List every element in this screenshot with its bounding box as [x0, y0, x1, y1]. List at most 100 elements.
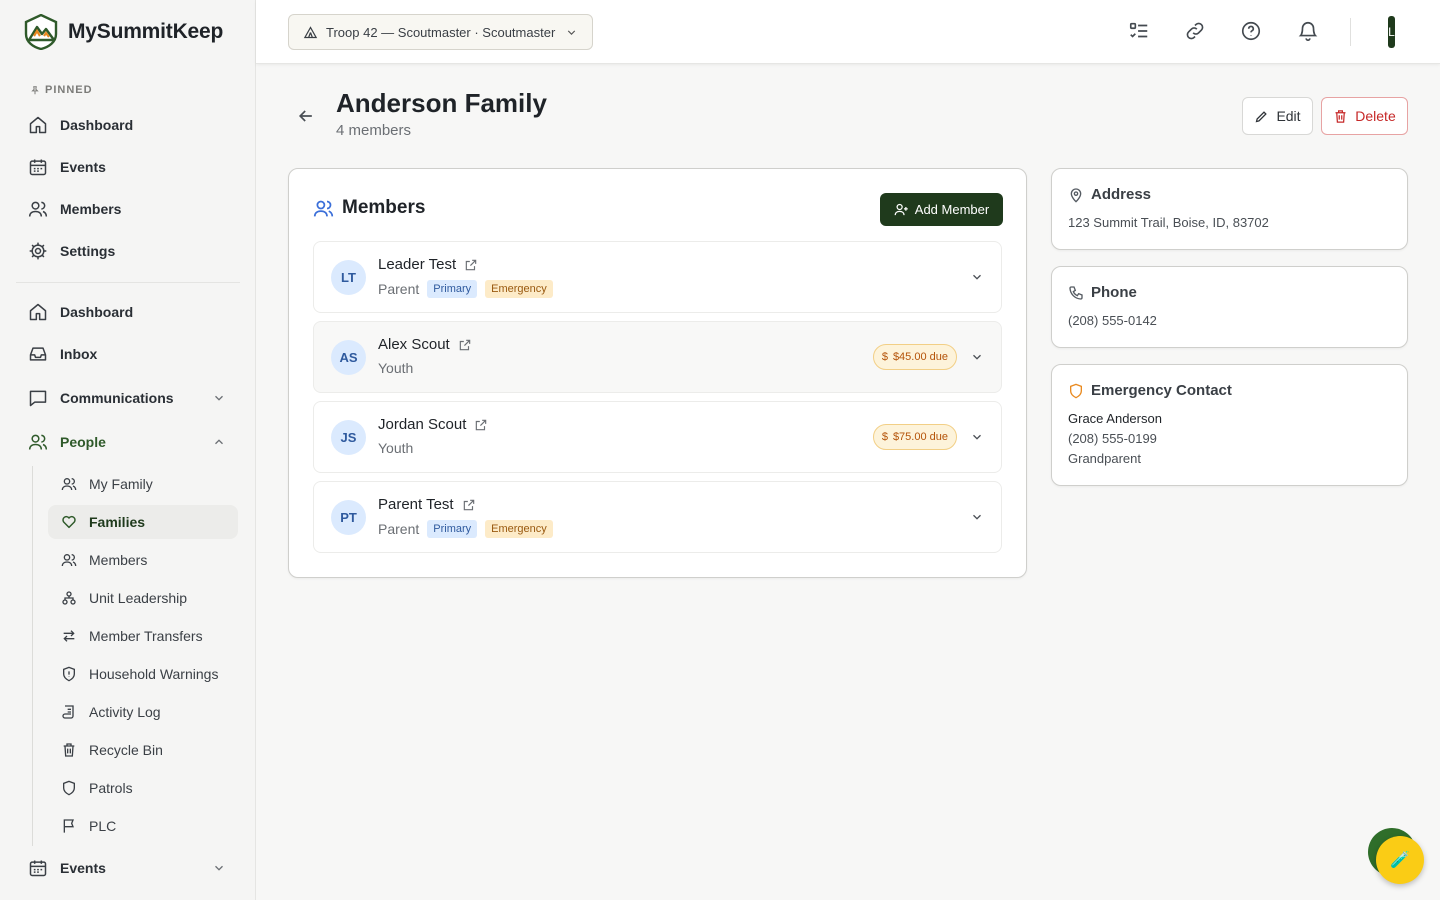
calendar-icon [29, 860, 47, 877]
users-icon [313, 200, 334, 216]
map-pin-icon [1070, 187, 1082, 203]
edit-button[interactable]: Edit [1242, 97, 1313, 135]
users-icon [61, 478, 77, 491]
member-role: Youth [378, 440, 414, 456]
external-link-icon[interactable] [464, 258, 478, 272]
back-arrow-icon[interactable] [296, 106, 316, 126]
member-name-text: Alex Scout [378, 336, 450, 353]
member-role: Youth [378, 360, 414, 376]
users-icon [28, 201, 48, 217]
member-row[interactable]: AS Alex Scout Youth $ $45.00 due [313, 321, 1002, 393]
phone-icon [1069, 285, 1083, 300]
member-avatar: JS [331, 420, 366, 455]
test-tube-button[interactable]: 🧪 [1376, 836, 1424, 884]
add-member-label: Add Member [914, 202, 990, 217]
sub-item-recycle-bin[interactable]: Recycle Bin [48, 733, 238, 767]
nav-label: Events [60, 159, 106, 175]
nav-item-people[interactable]: People [16, 424, 240, 460]
primary-badge: Primary [427, 520, 478, 538]
external-link-icon[interactable] [462, 498, 476, 512]
address-title-text: Address [1091, 186, 1152, 203]
help-circle-icon[interactable] [1240, 20, 1262, 42]
sub-item-household-warnings[interactable]: Household Warnings [48, 657, 238, 691]
phone-value[interactable]: (208) 555-0142 [1068, 313, 1157, 328]
chevron-down-icon[interactable] [970, 270, 984, 284]
heart-icon [62, 515, 76, 529]
member-name-text: Leader Test [378, 256, 457, 273]
user-avatar[interactable]: L [1388, 16, 1395, 48]
member-name[interactable]: Jordan Scout [378, 416, 488, 433]
member-name[interactable]: Leader Test [378, 256, 478, 273]
pinned-item-events[interactable]: Events [16, 149, 240, 185]
phone-title: Phone [1068, 284, 1137, 301]
sub-item-my-family[interactable]: My Family [48, 467, 238, 501]
emergency-contact-name: Grace Anderson [1068, 411, 1162, 426]
sub-item-families[interactable]: Families [48, 505, 238, 539]
nav-label: Communications [60, 390, 174, 406]
tent-icon [303, 25, 318, 38]
pinned-item-settings[interactable]: Settings [16, 233, 240, 269]
member-name-text: Parent Test [378, 496, 454, 513]
delete-button[interactable]: Delete [1321, 97, 1408, 135]
dollar-icon: $ [881, 431, 888, 443]
chevron-down-icon[interactable] [970, 430, 984, 444]
member-avatar: AS [331, 340, 366, 375]
nav-label: Dashboard [60, 304, 134, 320]
test-tube-icon: 🧪 [1390, 852, 1410, 869]
sub-label: Unit Leadership [89, 590, 188, 606]
nav-item-communications[interactable]: Communications [16, 380, 240, 416]
link-icon[interactable] [1184, 20, 1206, 42]
org-chart-icon [62, 591, 76, 605]
users-icon [61, 554, 77, 567]
nav-item-events[interactable]: Events [16, 850, 240, 886]
dues-badge[interactable]: $ $75.00 due [872, 424, 957, 450]
dollar-icon: $ [881, 351, 888, 363]
member-row[interactable]: LT Leader Test Parent Primary Emergency [313, 241, 1002, 313]
member-name[interactable]: Parent Test [378, 496, 476, 513]
member-meta: Parent Primary Emergency [378, 520, 553, 538]
edit-label: Edit [1276, 108, 1301, 124]
sub-label: PLC [89, 818, 117, 834]
member-meta: Youth [378, 440, 413, 456]
inbox-icon [29, 347, 47, 361]
member-name-text: Jordan Scout [378, 416, 467, 433]
users-icon [28, 434, 48, 450]
sub-item-patrols[interactable]: Patrols [48, 771, 238, 805]
address-value: 123 Summit Trail, Boise, ID, 83702 [1068, 215, 1269, 230]
chevron-down-icon[interactable] [970, 510, 984, 524]
add-member-button[interactable]: Add Member [880, 193, 1003, 226]
member-avatar: PT [331, 500, 366, 535]
delete-label: Delete [1355, 108, 1396, 124]
sub-item-member-transfers[interactable]: Member Transfers [48, 619, 238, 653]
checklist-icon[interactable] [1128, 20, 1150, 42]
external-link-icon[interactable] [474, 418, 488, 432]
nav-item-inbox[interactable]: Inbox [16, 336, 240, 372]
pinned-item-dashboard[interactable]: Dashboard [16, 107, 240, 143]
chevron-down-icon[interactable] [970, 350, 984, 364]
sub-label: Activity Log [89, 704, 161, 720]
brand[interactable]: MySummitKeep [24, 14, 223, 50]
external-link-icon[interactable] [458, 338, 472, 352]
unit-selector-label: Troop 42 — Scoutmaster · Scoutmaster [326, 24, 556, 40]
members-card: Members Add Member LT Leader Test Parent… [288, 168, 1027, 578]
sub-item-members[interactable]: Members [48, 543, 238, 577]
dues-badge[interactable]: $ $45.00 due [872, 344, 957, 370]
pinned-item-members[interactable]: Members [16, 191, 240, 227]
sub-item-plc[interactable]: PLC [48, 809, 238, 843]
pinned-section-label: PINNED [30, 84, 93, 96]
emergency-badge: Emergency [485, 520, 553, 538]
address-title: Address [1068, 186, 1151, 203]
member-row[interactable]: JS Jordan Scout Youth $ $75.00 due [313, 401, 1002, 473]
member-name[interactable]: Alex Scout [378, 336, 472, 353]
unit-selector[interactable]: Troop 42 — Scoutmaster · Scoutmaster [288, 14, 593, 50]
sub-item-activity-log[interactable]: Activity Log [48, 695, 238, 729]
nav-item-dashboard[interactable]: Dashboard [16, 294, 240, 330]
bell-icon[interactable] [1297, 20, 1319, 42]
emergency-contact-title: Emergency Contact [1068, 382, 1232, 399]
emergency-contact-phone[interactable]: (208) 555-0199 [1068, 431, 1157, 446]
page-subtitle: 4 members [336, 122, 412, 139]
shield-icon [63, 780, 75, 796]
sub-item-unit-leadership[interactable]: Unit Leadership [48, 581, 238, 615]
member-row[interactable]: PT Parent Test Parent Primary Emergency [313, 481, 1002, 553]
nav-label: Settings [60, 243, 116, 259]
